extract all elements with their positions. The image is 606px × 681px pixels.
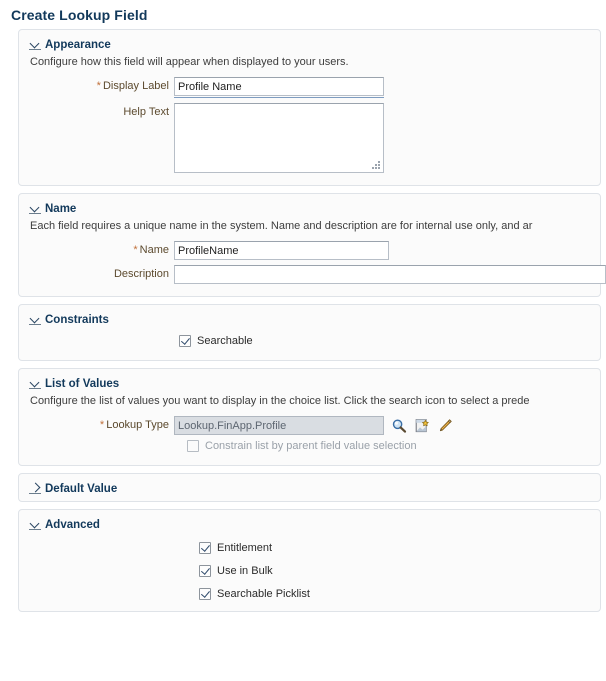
use-in-bulk-checkbox-label: Use in Bulk: [217, 565, 273, 577]
label-text-display-label: Display Label: [102, 80, 169, 92]
panel-name: Name Each field requires a unique name i…: [18, 193, 606, 297]
display-label-input[interactable]: [174, 77, 384, 96]
panel-title-constraints: Constraints: [45, 313, 109, 326]
advanced-form: Entitlement Use in Bulk Searchable Pickl…: [19, 533, 600, 600]
chevron-down-icon-name[interactable]: [29, 202, 42, 215]
entitlement-checkbox[interactable]: [199, 542, 211, 554]
label-lookup-type: * Lookup Type: [19, 416, 174, 431]
chevron-down-icon-constraints[interactable]: [29, 313, 42, 326]
description-input[interactable]: [174, 265, 606, 284]
field-row-description: Description: [19, 265, 606, 284]
chevron-down-icon-appearance[interactable]: [29, 38, 42, 51]
field-row-name: * Name: [19, 241, 600, 260]
panel-advanced: Advanced Entitlement Use in Bulk Searcha…: [18, 509, 601, 612]
required-asterisk-name: *: [133, 244, 138, 256]
constraints-form: Searchable: [19, 328, 600, 347]
panel-header-constraints[interactable]: Constraints: [19, 310, 600, 328]
label-display-label: * Display Label: [19, 77, 174, 92]
panel-header-appearance[interactable]: Appearance: [19, 35, 600, 53]
panel-title-default-value: Default Value: [45, 482, 118, 495]
label-description: Description: [113, 268, 169, 280]
control-display-label: [174, 77, 600, 98]
constrain-list-checkbox[interactable]: [187, 440, 199, 452]
field-row-lookup-type: * Lookup Type: [19, 416, 600, 435]
page-title: Create Lookup Field: [11, 7, 148, 23]
checkbox-row-use-in-bulk[interactable]: Use in Bulk: [19, 565, 600, 577]
control-description: [174, 265, 606, 284]
edit-pencil-icon[interactable]: [436, 417, 453, 434]
help-text-wrapper: [174, 103, 384, 173]
checkbox-row-searchable[interactable]: Searchable: [19, 335, 600, 347]
searchable-picklist-checkbox-label: Searchable Picklist: [217, 588, 310, 600]
list-of-values-form: * Lookup Type Lookup.FinApp.Profile Cons…: [19, 409, 600, 452]
panel-header-name[interactable]: Name: [19, 199, 600, 217]
panel-title-advanced: Advanced: [45, 518, 100, 531]
chevron-down-icon-list-of-values[interactable]: [29, 377, 42, 390]
panel-title-name: Name: [45, 202, 77, 215]
chevron-down-icon-advanced[interactable]: [29, 518, 42, 531]
control-lookup-type: [174, 416, 600, 435]
checkbox-row-searchable-picklist[interactable]: Searchable Picklist: [19, 588, 600, 600]
searchable-checkbox-label: Searchable: [197, 335, 253, 347]
panel-header-list-of-values[interactable]: List of Values: [19, 374, 600, 392]
checkbox-row-constrain-list[interactable]: Constrain list by parent field value sel…: [19, 440, 600, 452]
panel-constraints: Constraints Searchable: [18, 304, 601, 361]
checkbox-row-entitlement[interactable]: Entitlement: [19, 542, 600, 554]
panel-list-of-values: List of Values Configure the list of val…: [18, 368, 601, 466]
search-icon[interactable]: [390, 417, 407, 434]
constrain-list-checkbox-label: Constrain list by parent field value sel…: [205, 440, 417, 452]
label-name: * Name: [19, 241, 174, 256]
panel-description-name: Each field requires a unique name in the…: [30, 220, 533, 232]
name-form: *Name Description: [19, 234, 606, 284]
panel-default-value: Default Value: [18, 473, 601, 502]
field-row-display-label: * Display Label: [19, 77, 600, 98]
panel-header-default-value[interactable]: Default Value: [19, 479, 600, 497]
panel-appearance: Appearance Configure how this field will…: [18, 29, 601, 186]
required-asterisk-display-label: *: [96, 80, 101, 92]
field-row-help-text: Help Text: [19, 103, 600, 173]
required-asterisk-lookup-type: *: [99, 419, 105, 431]
control-help-text: [174, 103, 600, 173]
label-help-text: Help Text: [123, 106, 169, 118]
panel-header-advanced[interactable]: Advanced: [19, 515, 600, 533]
appearance-form: *Display Label Help Text: [19, 70, 600, 173]
control-name: [174, 241, 600, 260]
panel-title-appearance: Appearance: [45, 38, 111, 51]
help-text-textarea[interactable]: [174, 103, 384, 173]
searchable-checkbox[interactable]: [179, 335, 191, 347]
panel-title-list-of-values: List of Values: [45, 377, 120, 390]
lookup-type-input[interactable]: [174, 416, 384, 435]
searchable-picklist-checkbox[interactable]: [199, 588, 211, 600]
name-input[interactable]: [174, 241, 389, 260]
label-text-name: Name: [139, 244, 169, 256]
panel-description-appearance: Configure how this field will appear whe…: [30, 56, 349, 68]
use-in-bulk-checkbox[interactable]: [199, 565, 211, 577]
panel-description-list-of-values: Configure the list of values you want to…: [30, 395, 530, 407]
create-lookup-field-page: Create Lookup Field Appearance Configure…: [0, 0, 606, 681]
label-text-lookup-type: Lookup Type: [106, 419, 169, 431]
chevron-right-icon-default-value[interactable]: [29, 482, 42, 495]
display-label-accent-line: [174, 97, 384, 98]
entitlement-checkbox-label: Entitlement: [217, 542, 273, 554]
create-lookup-icon[interactable]: [413, 417, 430, 434]
